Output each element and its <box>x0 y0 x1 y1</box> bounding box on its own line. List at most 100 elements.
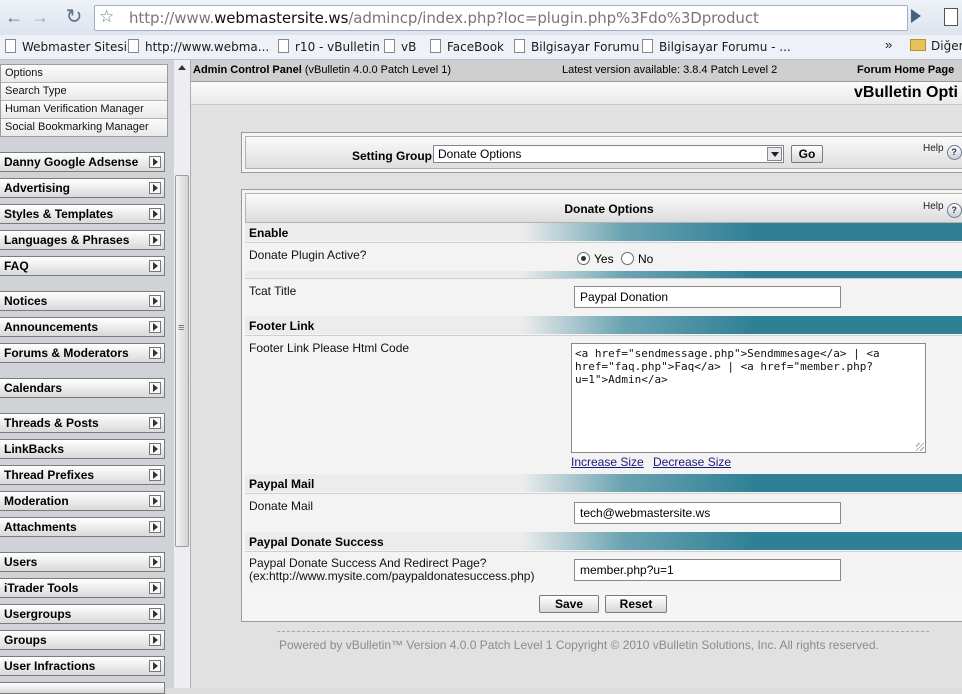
save-button[interactable]: Save <box>539 595 599 613</box>
nav-group[interactable]: iTrader Tools <box>0 578 165 598</box>
radio-yes[interactable] <box>577 252 590 265</box>
help-icon[interactable]: ? <box>946 203 962 218</box>
help-link[interactable]: Help? <box>923 201 962 218</box>
radio-yes-label[interactable]: Yes <box>594 252 614 266</box>
bookmark-label: Bilgisayar Forumu <box>531 40 640 54</box>
expand-icon[interactable] <box>149 608 161 620</box>
nav-group[interactable]: Notices <box>0 291 165 311</box>
chevron-down-icon[interactable] <box>767 147 782 161</box>
nav-group[interactable]: Calendars <box>0 378 165 398</box>
expand-icon[interactable] <box>149 495 161 507</box>
bookmark-label: http://www.webma... <box>145 40 270 54</box>
admin-nav-frame: Options Search Type Human Verification M… <box>0 60 175 694</box>
increase-size-link[interactable]: Increase Size <box>571 455 644 469</box>
radio-no[interactable] <box>621 252 634 265</box>
resize-grip-icon[interactable] <box>916 443 924 451</box>
nav-group[interactable]: Forums & Moderators <box>0 343 165 363</box>
expand-icon[interactable] <box>149 417 161 429</box>
tcat-title-input[interactable]: Paypal Donation <box>574 286 841 308</box>
nav-group[interactable]: FAQ <box>0 256 165 276</box>
section-heading: Enable <box>249 226 289 240</box>
decrease-size-link[interactable]: Decrease Size <box>653 455 731 469</box>
section-enable: Enable <box>245 223 962 241</box>
forum-home-link[interactable]: Forum Home Page <box>857 64 954 76</box>
expand-icon[interactable] <box>149 556 161 568</box>
nav-group-label: Notices <box>4 294 48 308</box>
forward-icon[interactable]: → <box>29 6 51 28</box>
go-arrow-icon[interactable] <box>911 9 921 23</box>
cp-title-text: Admin Control Panel <box>193 64 302 76</box>
bookmark-item[interactable]: Webmaster Sitesi <box>5 39 127 54</box>
nav-group[interactable]: Threads & Posts <box>0 413 165 433</box>
address-bar[interactable]: ☆ http://www.webmastersite.ws/admincp/in… <box>94 5 908 31</box>
nav-link-social-bookmarking[interactable]: Social Bookmarking Manager <box>1 119 167 136</box>
nav-group[interactable]: Users <box>0 552 165 572</box>
nav-scrollbar[interactable]: ≡ <box>174 60 191 688</box>
expand-icon[interactable] <box>149 521 161 533</box>
nav-group[interactable]: LinkBacks <box>0 439 165 459</box>
expand-icon[interactable] <box>149 182 161 194</box>
footer-link-textarea[interactable]: <a href="sendmessage.php">Sendmmesage</a… <box>571 343 926 453</box>
bookmark-item[interactable]: Bilgisayar Forumu - ... <box>642 39 791 54</box>
expand-icon[interactable] <box>149 347 161 359</box>
expand-icon[interactable] <box>149 469 161 481</box>
nav-group[interactable]: Languages & Phrases <box>0 230 165 250</box>
success-page-input[interactable]: member.php?u=1 <box>574 559 841 581</box>
setting-group-select[interactable]: Donate Options <box>433 145 784 163</box>
bookmark-item[interactable]: http://www.webma... <box>128 39 269 54</box>
scroll-thumb[interactable] <box>175 175 189 547</box>
page-icon <box>642 39 653 53</box>
expand-icon[interactable] <box>149 295 161 307</box>
radio-no-label[interactable]: No <box>638 252 653 266</box>
donate-mail-input[interactable]: tech@webmastersite.ws <box>574 502 841 524</box>
nav-group-label: Announcements <box>4 320 99 334</box>
expand-icon[interactable] <box>149 443 161 455</box>
nav-group[interactable]: Thread Prefixes <box>0 465 165 485</box>
scroll-up-icon[interactable] <box>178 65 186 70</box>
go-button[interactable]: Go <box>791 145 823 163</box>
expand-icon[interactable] <box>149 234 161 246</box>
nav-group[interactable]: Styles & Templates <box>0 204 165 224</box>
bookmark-label: r10 - vBulletin <box>295 40 380 54</box>
reload-icon[interactable]: ↻ <box>63 6 85 28</box>
footer-link-label: Footer Link Please Html Code <box>249 341 410 355</box>
nav-link-options[interactable]: Options <box>1 65 167 83</box>
expand-icon[interactable] <box>149 208 161 220</box>
url-path: /admincp/index.php?loc=plugin.php%3Fdo%3… <box>348 9 759 27</box>
nav-link-human-verification[interactable]: Human Verification Manager <box>1 101 167 119</box>
expand-icon[interactable] <box>149 660 161 672</box>
nav-group[interactable]: Moderation <box>0 491 165 511</box>
nav-group[interactable]: Advertising <box>0 178 165 198</box>
bookmark-star-icon[interactable]: ☆ <box>99 7 114 27</box>
bookmark-item[interactable]: FaceBook <box>430 39 504 54</box>
nav-group[interactable]: Danny Google Adsense <box>0 152 165 172</box>
expand-icon[interactable] <box>149 321 161 333</box>
bookmark-item[interactable]: r10 - vBulletin <box>278 39 380 54</box>
bookmark-item[interactable]: Bilgisayar Forumu <box>514 39 639 54</box>
nav-group-partial[interactable] <box>0 682 165 694</box>
help-icon[interactable]: ? <box>946 145 962 160</box>
nav-link-search-type[interactable]: Search Type <box>1 83 167 101</box>
bookmarks-overflow-icon[interactable]: » <box>885 37 892 52</box>
donate-options-form: Donate Options Help? Enable Donate Plugi… <box>241 189 962 622</box>
expand-icon[interactable] <box>149 260 161 272</box>
nav-group[interactable]: User Infractions <box>0 656 165 676</box>
nav-group-label: Threads & Posts <box>4 416 99 430</box>
expand-icon[interactable] <box>149 382 161 394</box>
help-link[interactable]: Help? <box>923 143 962 160</box>
expand-icon[interactable] <box>149 634 161 646</box>
expand-icon[interactable] <box>149 582 161 594</box>
frame-resize-grip-icon[interactable]: ≡ <box>178 322 184 334</box>
page-menu-icon[interactable] <box>944 8 958 26</box>
nav-group[interactable]: Groups <box>0 630 165 650</box>
nav-group[interactable]: Announcements <box>0 317 165 337</box>
nav-group[interactable]: Usergroups <box>0 604 165 624</box>
bookmark-item[interactable]: vB <box>384 39 416 54</box>
nav-group[interactable]: Attachments <box>0 517 165 537</box>
expand-icon[interactable] <box>149 156 161 168</box>
nav-group-label: LinkBacks <box>4 442 65 456</box>
back-icon[interactable]: ← <box>3 6 25 28</box>
other-bookmarks[interactable]: Diğer <box>910 39 962 53</box>
reset-button[interactable]: Reset <box>605 595 667 613</box>
row-tcat-title: Tcat Title Paypal Donation <box>245 278 962 315</box>
